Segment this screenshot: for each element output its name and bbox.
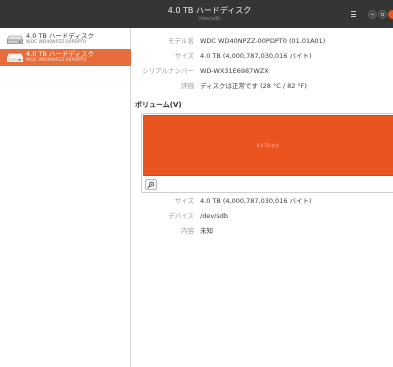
gears-icon [147,181,155,188]
partition-settings-button[interactable] [145,179,157,190]
model-value: WDC WD40NPZZ-00PDPT0 (01.01A01) [200,37,326,45]
maximize-button[interactable] [378,10,387,19]
drive-model: WDC WD40NPZZ-00PDPT0 [26,40,87,45]
serial-label: シリアルナンバー [142,67,194,75]
partition-size-row-label: サイズ [132,196,194,206]
assessment-row-label: 評価 [132,81,194,91]
volume-label: 4.0 TB 空き [256,142,280,148]
size-row-label: サイズ [132,51,194,61]
window-title-group: 4.0 TB ハードディスク /dev/sdb [132,0,287,28]
size-label: サイズ [174,52,194,60]
drive-model: WDC WD40NPZZ-00PDPT0 [26,58,87,63]
drive-list-sidebar: 4.0 TB ハードディスク WDC WD40NPZZ-00PDPT0 4.0 … [0,28,131,367]
volumes-heading: ボリューム(V) [135,101,182,109]
sidebar-item-drive[interactable]: 4.0 TB ハードディスク WDC WD40NPZZ-00PDPT0 [0,31,131,48]
drive-details-panel: モデル名 WDC WD40NPZZ-00PDPT0 (01.01A01) サイズ… [132,28,393,367]
partition-size-label: サイズ [174,197,194,205]
contents-value: 未知 [200,227,213,235]
drive-name: 4.0 TB ハードディスク [26,32,94,40]
serial-row-label: シリアルナンバー [132,66,194,76]
model-label: モデル名 [168,37,194,45]
contents-label: 内容 [181,227,194,235]
close-button[interactable] [388,10,393,19]
device-label: デバイス [168,212,194,220]
sidebar-item-drive-selected[interactable]: 4.0 TB ハードディスク WDC WD40NPZZ-00PDPT0 [0,49,131,66]
window-subtitle: /dev/sdb [198,15,221,22]
minimize-icon [371,14,374,15]
device-row-label: デバイス [132,211,194,221]
drive-name: 4.0 TB ハードディスク [26,50,94,58]
assessment-label: 評価 [181,82,194,90]
window-title: 4.0 TB ハードディスク [167,5,252,15]
hard-disk-icon [7,53,23,62]
minimize-button[interactable] [368,10,377,19]
maximize-icon [381,13,384,16]
hard-disk-icon [7,35,23,44]
assessment-value: ディスクは正常です (28 °C / 82 °F) [200,82,307,90]
partition-size-value: 4.0 TB (4,000,787,030,016 バイト) [200,197,312,205]
volume-partition-block[interactable]: 4.0 TB 空き [143,115,393,176]
contents-row-label: 内容 [132,226,194,236]
device-value: /dev/sdb [200,212,228,220]
size-value: 4.0 TB (4,000,787,030,016 バイト) [200,52,312,60]
title-bar: 4.0 TB ハードディスク /dev/sdb [0,0,393,28]
hamburger-menu-icon[interactable] [348,9,358,19]
serial-value: WD-WX31E6987WZX [200,67,269,75]
model-row-label: モデル名 [132,36,194,46]
